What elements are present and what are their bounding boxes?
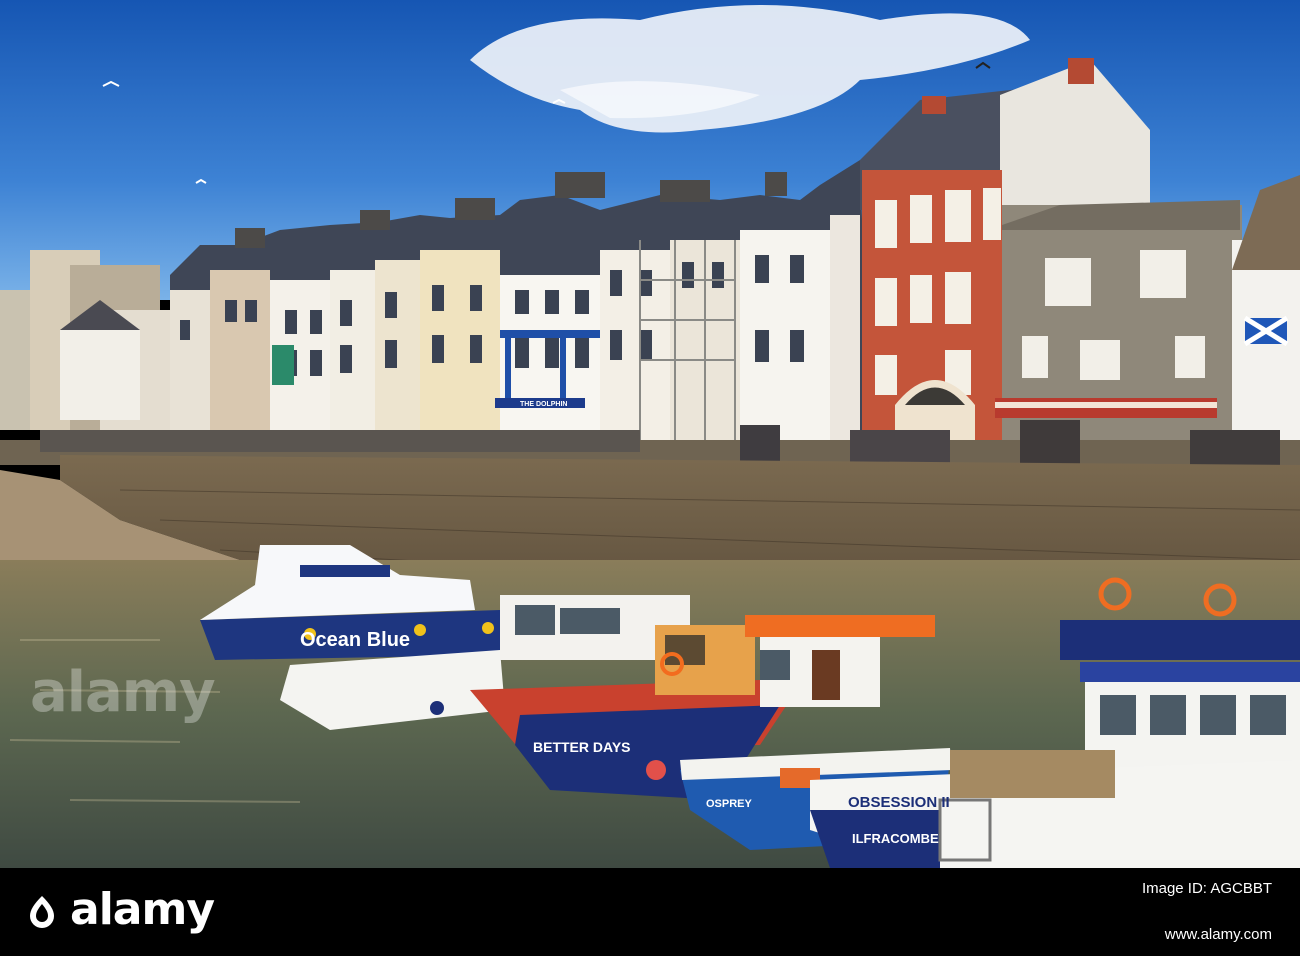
boat-home-port: ILFRACOMBE [852, 831, 939, 846]
brand-name: alamy [70, 884, 215, 935]
boat-name-obsession: OBSESSION II [848, 794, 950, 811]
watermark: alamy [30, 660, 216, 725]
image-id-label: Image ID: AGCBBT [1141, 880, 1272, 897]
shop-sign-dolphin: THE DOLPHIN [520, 401, 567, 408]
boat-name-osprey: OSPREY [706, 798, 753, 810]
boat-name-ocean-blue: Ocean Blue [300, 629, 410, 651]
alamy-logo-icon [30, 895, 54, 928]
harbour-photo: Ocean Blue BETTER DAYS OSPREY OBSESSION … [0, 0, 1300, 868]
harbour-scene: Ocean Blue BETTER DAYS OSPREY OBSESSION … [0, 0, 1300, 868]
brand-logo: alamy [24, 884, 215, 935]
boat-name-better-days: BETTER DAYS [533, 739, 631, 755]
grey-building [995, 175, 1300, 460]
footer-bar: alamy Image ID: AGCBBT www.alamy.com [0, 868, 1300, 956]
website-label: www.alamy.com [1164, 926, 1272, 943]
